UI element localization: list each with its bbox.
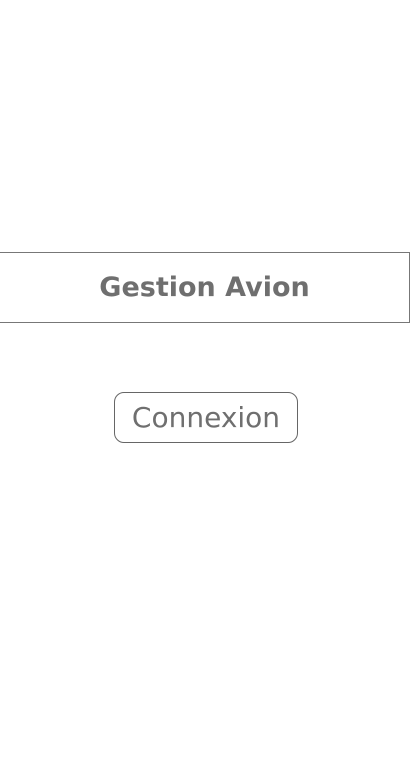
app-title-box: Gestion Avion [0, 252, 410, 323]
app-title: Gestion Avion [99, 272, 310, 303]
login-button[interactable]: Connexion [114, 392, 298, 443]
login-button-label: Connexion [131, 401, 281, 434]
